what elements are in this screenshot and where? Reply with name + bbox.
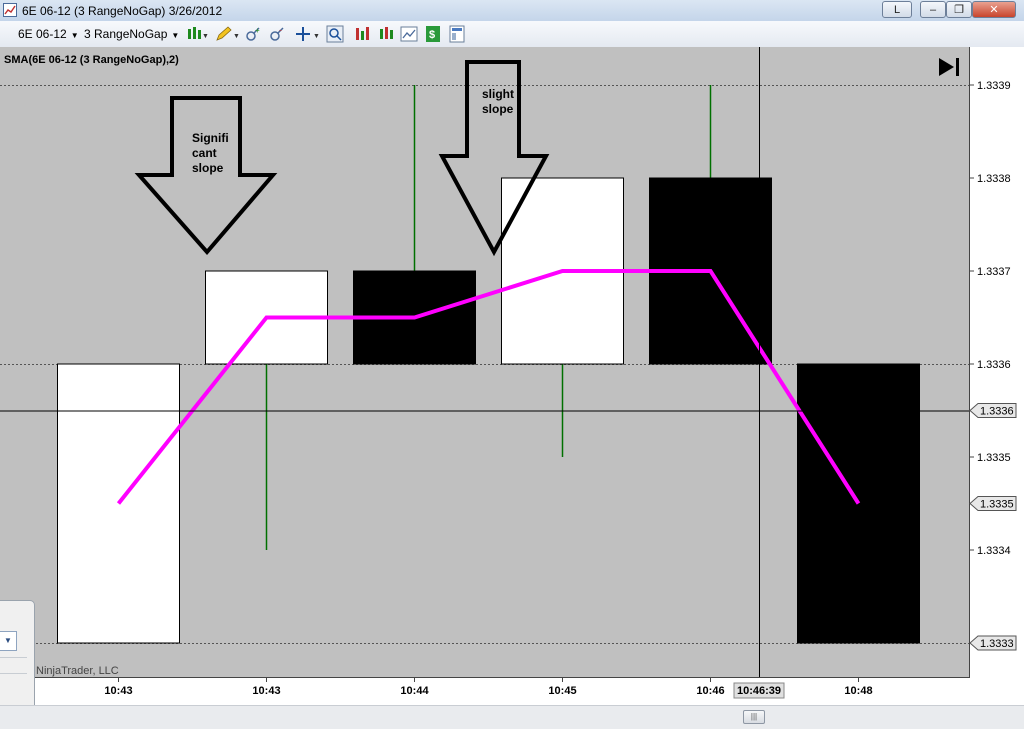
properties-icon[interactable] xyxy=(448,25,466,43)
price-marker-label: 1.3335 xyxy=(980,499,1014,511)
window-title: 6E 06-12 (3 RangeNoGap) 3/26/2012 xyxy=(22,4,223,18)
svg-text:$: $ xyxy=(429,29,435,41)
svg-text:▼: ▼ xyxy=(233,33,240,40)
divider xyxy=(0,657,27,658)
watermark-label: NinjaTrader, LLC xyxy=(36,665,119,677)
annotation-text: slope xyxy=(192,161,224,175)
time-tick-label: 10:48 xyxy=(844,685,872,697)
annotation-text: slight xyxy=(482,87,514,101)
annotation-text: slope xyxy=(482,102,514,116)
chart-toolbar: 6E 06-12 ▼ 3 RangeNoGap ▼ ▼ ▼ + - ▼ $ xyxy=(0,21,1024,48)
price-marker-label: 1.3336 xyxy=(980,406,1014,418)
price-tick-label: 1.3338 xyxy=(977,173,1011,185)
crosshair-time-label: 10:46:39 xyxy=(737,685,781,697)
link-button[interactable]: L xyxy=(882,1,912,18)
chart-app-icon xyxy=(3,3,17,17)
chart-style-icon[interactable]: ▼ xyxy=(186,25,208,43)
time-tick-label: 10:45 xyxy=(548,685,576,697)
time-tick-label: 10:44 xyxy=(400,685,429,697)
period-label: 3 RangeNoGap xyxy=(84,27,168,41)
svg-text:-: - xyxy=(279,25,282,35)
price-axis xyxy=(970,47,1024,705)
indicator-label: SMA(6E 06-12 (3 RangeNoGap),2) xyxy=(4,54,179,66)
annotation-text: cant xyxy=(192,146,217,160)
svg-text:▼: ▼ xyxy=(313,33,320,40)
svg-text:+: + xyxy=(255,26,260,35)
title-bar: 6E 06-12 (3 RangeNoGap) 3/26/2012 L – ❐ … xyxy=(0,0,1024,21)
time-tick-label: 10:43 xyxy=(252,685,280,697)
time-tick-label: 10:46 xyxy=(696,685,724,697)
docked-panel[interactable]: ▼ xyxy=(0,600,35,710)
instrument-label: 6E 06-12 xyxy=(18,27,67,41)
price-tick-label: 1.3334 xyxy=(977,545,1011,557)
restore-button[interactable]: ❐ xyxy=(946,1,972,18)
price-tick-label: 1.3335 xyxy=(977,452,1011,464)
annotation-text: Signifi xyxy=(192,131,229,145)
draw-pencil-icon[interactable]: ▼ xyxy=(214,25,240,43)
time-axis xyxy=(0,677,970,705)
indicators-icon[interactable] xyxy=(354,25,372,43)
zoom-in-icon[interactable]: + xyxy=(244,25,262,43)
chart-trader-icon[interactable]: $ xyxy=(424,25,442,43)
scrollbar-thumb[interactable]: ||| xyxy=(743,710,765,724)
dropdown-toggle[interactable]: ▼ xyxy=(0,631,17,651)
price-chart[interactable]: 1.3339 1.3338 1.3337 1.3336 1.3335 1.3334 10:… xyxy=(0,47,1024,705)
chevron-down-icon: ▼ xyxy=(171,31,180,40)
period-selector[interactable]: 3 RangeNoGap ▼ xyxy=(84,27,179,41)
divider xyxy=(0,673,27,674)
crosshair-icon[interactable]: ▼ xyxy=(294,25,322,43)
time-tick-label: 10:43 xyxy=(104,685,132,697)
price-tick-label: 1.3337 xyxy=(977,266,1011,278)
price-tick-label: 1.3339 xyxy=(977,80,1011,92)
strategies-icon[interactable] xyxy=(378,25,396,43)
chevron-down-icon: ▼ xyxy=(70,31,79,40)
svg-text:▼: ▼ xyxy=(202,33,208,40)
price-marker-label: 1.3333 xyxy=(980,638,1014,650)
minimize-button[interactable]: – xyxy=(920,1,946,18)
magnify-icon[interactable] xyxy=(326,25,344,43)
close-button[interactable]: ✕ xyxy=(972,1,1016,18)
zoom-out-icon[interactable]: - xyxy=(268,25,286,43)
price-tick-label: 1.3336 xyxy=(977,359,1011,371)
instrument-selector[interactable]: 6E 06-12 ▼ xyxy=(18,27,79,41)
data-box-icon[interactable] xyxy=(400,25,418,43)
horizontal-scrollbar[interactable]: ||| xyxy=(0,705,1024,729)
chevron-down-icon: ▼ xyxy=(4,636,12,645)
